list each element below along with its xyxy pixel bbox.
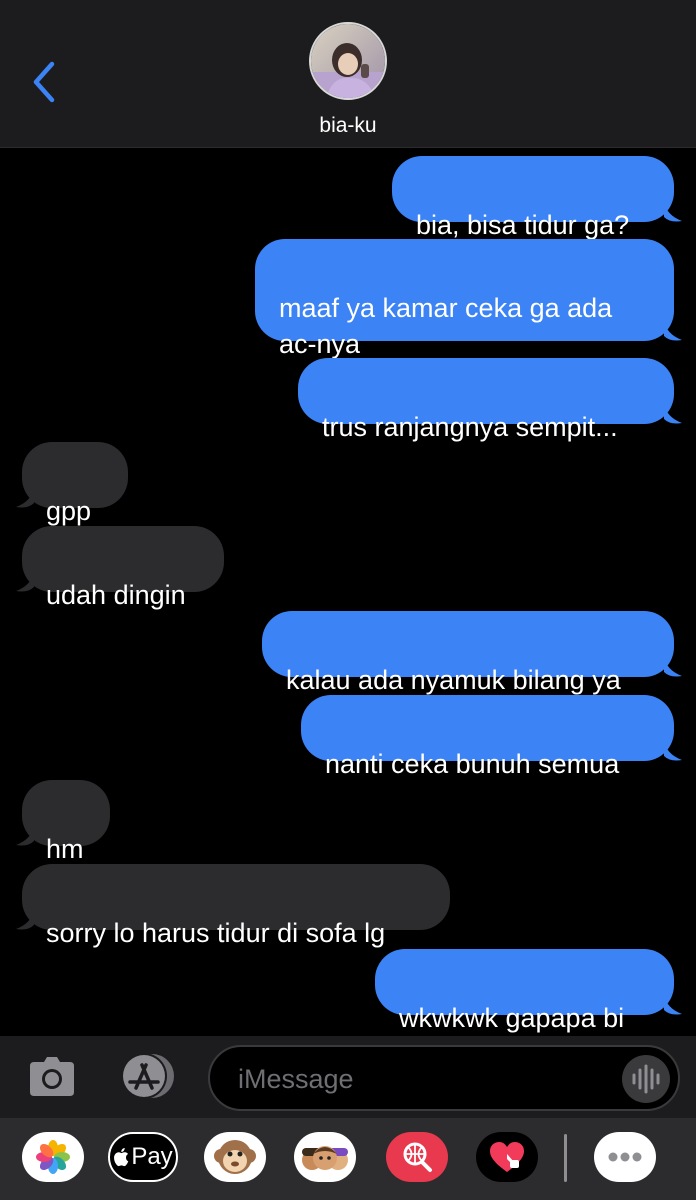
globe-search-icon <box>403 1142 432 1172</box>
apple-pay-label: Pay <box>131 1143 173 1170</box>
audio-message-button[interactable] <box>622 1055 670 1103</box>
message-text: wkwkwk gapapa bi <box>399 1003 625 1033</box>
more-apps-icon[interactable] <box>594 1132 656 1182</box>
sent-bubble-tail <box>664 320 682 341</box>
sent-bubble-tail <box>664 201 682 222</box>
received-message[interactable]: hm <box>22 780 110 864</box>
imessage-input[interactable] <box>238 1061 608 1097</box>
sent-message[interactable]: bia, bisa tidur ga? <box>392 156 674 240</box>
sent-message[interactable]: wkwkwk gapapa bi <box>375 949 674 1033</box>
received-message[interactable]: sorry lo harus tidur di sofa lg <box>22 864 450 948</box>
received-bubble-tail <box>16 825 34 846</box>
received-bubble-tail <box>16 487 34 508</box>
memoji-app-icon[interactable] <box>294 1132 356 1182</box>
photos-app-icon[interactable] <box>22 1132 84 1182</box>
message-thread[interactable]: bia, bisa tidur ga? maaf ya kamar ceka g… <box>0 149 696 1035</box>
received-message[interactable]: gpp <box>22 442 128 526</box>
sent-bubble-tail <box>664 740 682 761</box>
message-text: maaf ya kamar ceka ga ada ac-nya <box>279 293 613 359</box>
heart-touch-icon <box>490 1142 524 1172</box>
camera-button[interactable] <box>28 1054 76 1098</box>
app-drawer: Pay <box>0 1118 696 1200</box>
message-text: bia, bisa tidur ga? <box>416 210 630 240</box>
back-button[interactable] <box>28 60 62 104</box>
monkey-face-icon <box>214 1140 256 1174</box>
received-message[interactable]: udah dingin <box>22 526 224 610</box>
conversation-header: bia-ku <box>0 0 696 148</box>
photos-flower-icon <box>36 1140 70 1174</box>
sent-message[interactable]: kalau ada nyamuk bilang ya <box>262 611 674 695</box>
contact-name[interactable]: bia-ku <box>0 114 696 138</box>
message-text: trus ranjangnya sempit... <box>322 412 618 442</box>
sent-bubble-tail <box>664 994 682 1015</box>
message-text: hm <box>46 834 84 864</box>
message-text: udah dingin <box>46 580 186 610</box>
imessage-input-field[interactable] <box>208 1045 680 1111</box>
camera-icon <box>30 1057 74 1096</box>
compose-bar <box>0 1036 696 1118</box>
sent-message[interactable]: nanti ceka bunuh semua <box>301 695 674 779</box>
received-bubble-tail <box>16 909 34 930</box>
message-text: nanti ceka bunuh semua <box>325 749 620 779</box>
animoji-app-icon[interactable] <box>204 1132 266 1182</box>
apple-logo-icon <box>114 1148 129 1167</box>
apple-pay-app-icon[interactable]: Pay <box>108 1132 178 1182</box>
sent-message[interactable]: maaf ya kamar ceka ga ada ac-nya <box>255 239 674 359</box>
sent-bubble-tail <box>664 656 682 677</box>
message-text: sorry lo harus tidur di sofa lg <box>46 918 386 948</box>
contact-avatar[interactable] <box>309 22 387 100</box>
app-store-icon <box>121 1053 174 1099</box>
message-text: kalau ada nyamuk bilang ya <box>286 665 621 695</box>
message-text: gpp <box>46 496 92 526</box>
sent-message[interactable]: trus ranjangnya sempit... <box>298 358 674 442</box>
image-search-app-icon[interactable] <box>386 1132 448 1182</box>
chevron-left-icon <box>33 61 55 103</box>
received-bubble-tail <box>16 571 34 592</box>
sent-bubble-tail <box>664 403 682 424</box>
avatar-photo <box>311 24 385 98</box>
ellipsis-icon <box>608 1152 642 1162</box>
memoji-faces-icon <box>302 1146 348 1170</box>
digital-touch-app-icon[interactable] <box>476 1132 538 1182</box>
audio-waveform-icon <box>632 1064 660 1094</box>
app-drawer-divider <box>564 1134 567 1182</box>
app-store-button[interactable] <box>116 1052 178 1100</box>
